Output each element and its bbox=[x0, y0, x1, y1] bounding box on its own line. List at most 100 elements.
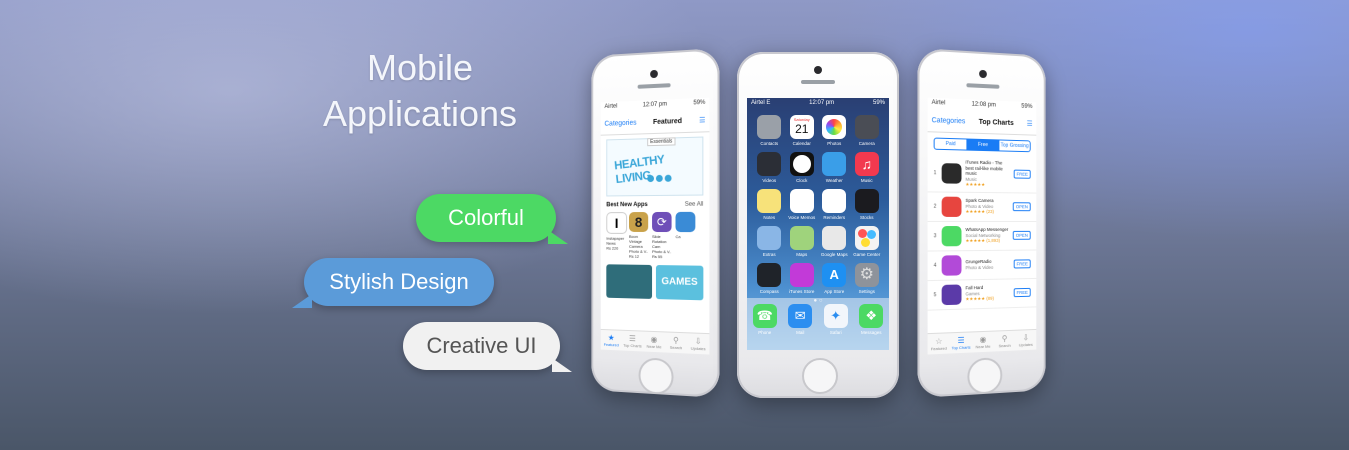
app-tile[interactable]: 8 Boon Vintage Camera Photo & V.. Rs 12 bbox=[628, 212, 649, 259]
app-rating: ★★★★★ bbox=[965, 181, 986, 188]
tab-updates[interactable]: ⇩ Updates bbox=[1015, 330, 1036, 351]
app-label: Google Maps bbox=[820, 252, 848, 257]
tab-top-charts[interactable]: ☰ Top Charts bbox=[950, 332, 972, 353]
top-charts-list: 1 iTunes Radio - The best rail-like mobil… bbox=[927, 154, 1037, 311]
chart-row[interactable]: 4 GrungeRadio Photo & Video FREE bbox=[927, 249, 1037, 281]
app-stocks[interactable]: Stocks bbox=[851, 189, 884, 220]
app-extras[interactable]: Extras bbox=[753, 226, 786, 257]
bubble-tail bbox=[292, 294, 312, 308]
calendar-icon: Saturday 21 bbox=[789, 115, 814, 139]
app-label: Settings bbox=[858, 289, 875, 294]
app-tile[interactable]: I Instapaper News Rs 220 bbox=[606, 212, 628, 259]
chart-row[interactable]: 1 iTunes Radio - The best rail-like mobil… bbox=[927, 154, 1037, 194]
get-button[interactable]: OPEN bbox=[1012, 202, 1031, 212]
segment-free[interactable]: Free bbox=[967, 139, 1000, 151]
app-compass[interactable]: Compass bbox=[753, 263, 786, 294]
home-button[interactable] bbox=[967, 357, 1003, 395]
app-game-center[interactable]: Game Center bbox=[851, 226, 884, 257]
safari-icon: ✦ bbox=[823, 304, 848, 328]
app-settings[interactable]: ⚙ Settings bbox=[851, 263, 884, 294]
app-google-maps[interactable]: Google Maps bbox=[818, 226, 851, 257]
menu-icon[interactable]: ☰ bbox=[699, 116, 705, 124]
get-button[interactable]: FREE bbox=[1013, 169, 1031, 180]
tab-near-me[interactable]: ◉ Near Me bbox=[643, 332, 665, 353]
tab-featured[interactable]: ☆ Featured bbox=[928, 333, 950, 354]
app-grid: Contacts Saturday 21 Calendar Photos Camera Vi… bbox=[747, 109, 889, 294]
app-price: Rs 55 bbox=[652, 253, 663, 260]
app-tile[interactable]: Ca bbox=[675, 211, 696, 260]
app-itunes-store[interactable]: iTunes Store bbox=[786, 263, 819, 294]
promo-tile[interactable] bbox=[606, 264, 653, 299]
tab-search[interactable]: ⚲ Search bbox=[665, 332, 687, 353]
app-icon: ⟳ bbox=[652, 211, 672, 233]
headline: Mobile Applications bbox=[290, 45, 550, 137]
status-battery: 59% bbox=[693, 99, 706, 107]
home-button[interactable] bbox=[802, 358, 838, 394]
status-carrier: Airtel bbox=[931, 99, 946, 107]
promo-games-tile[interactable]: GAMES bbox=[655, 265, 704, 301]
bubble-colorful-text: Colorful bbox=[448, 205, 524, 230]
music-icon: ♫ bbox=[854, 152, 879, 176]
phone-left: Airtel 12:07 pm 59% Categories Featured … bbox=[591, 48, 720, 398]
app-category: Photo & Video bbox=[965, 203, 994, 209]
dock-app-messages[interactable]: ❖ Messages bbox=[854, 304, 890, 350]
get-button[interactable]: FREE bbox=[1013, 259, 1031, 269]
app-name: Slide Rotation Cam bbox=[652, 233, 667, 250]
app-category: Music bbox=[965, 176, 977, 182]
app-camera[interactable]: Camera bbox=[851, 115, 884, 146]
app-reminders[interactable]: Reminders bbox=[818, 189, 851, 220]
categories-link[interactable]: Categories bbox=[932, 117, 966, 125]
tab-near-me[interactable]: ◉ Near Me bbox=[972, 332, 994, 353]
app-icon: I bbox=[606, 212, 628, 234]
app-music[interactable]: ♫ Music bbox=[851, 152, 884, 183]
dock-app-mail[interactable]: ✉ Mail bbox=[783, 304, 819, 350]
featured-banner[interactable]: Essentials HEALTHY LIVING bbox=[606, 136, 704, 197]
tab-search[interactable]: ⚲ Search bbox=[994, 331, 1015, 352]
compass-icon bbox=[757, 263, 782, 287]
app-label: Contacts bbox=[760, 141, 779, 146]
search-icon: ⚲ bbox=[673, 335, 679, 346]
menu-icon[interactable]: ☰ bbox=[1027, 120, 1033, 128]
chart-row[interactable]: 5 Fall Hard Games ★★★★★ (89) FREE bbox=[927, 278, 1037, 311]
app-label: Extras bbox=[762, 252, 776, 257]
app-clock[interactable]: Clock bbox=[786, 152, 819, 183]
get-button[interactable]: OPEN bbox=[1012, 230, 1031, 240]
reminders-icon bbox=[822, 189, 847, 213]
see-all-link[interactable]: See All bbox=[685, 202, 704, 208]
app-photos[interactable]: Photos bbox=[818, 115, 851, 146]
chart-rank: 2 bbox=[933, 203, 937, 210]
app-label: Photos bbox=[827, 141, 842, 146]
app-name: WhatsApp Messenger bbox=[965, 227, 1009, 233]
app-app-store[interactable]: A App Store bbox=[818, 263, 851, 294]
tab-featured[interactable]: ★ Featured bbox=[601, 330, 622, 351]
app-icon bbox=[941, 162, 962, 184]
weather-icon bbox=[822, 152, 847, 176]
chart-row[interactable]: 2 Spark Camera Photo & Video ★★★★★ (23) OPEN bbox=[927, 191, 1037, 222]
categories-link[interactable]: Categories bbox=[604, 119, 636, 127]
extras-icon bbox=[757, 226, 782, 250]
app-name: Spark Camera bbox=[965, 198, 994, 204]
app-contacts[interactable]: Contacts bbox=[753, 115, 786, 146]
tab-updates[interactable]: ⇩ Updates bbox=[687, 333, 709, 354]
dock-app-phone[interactable]: ☎ Phone bbox=[747, 304, 783, 350]
app-calendar[interactable]: Saturday 21 Calendar bbox=[786, 115, 819, 146]
status-time: 12:07 pm bbox=[642, 101, 668, 109]
app-notes[interactable]: Notes bbox=[753, 189, 786, 220]
app-voice-memos[interactable]: Voice Memos bbox=[786, 189, 819, 220]
nav-bar: Categories Featured ☰ bbox=[600, 108, 710, 136]
get-button[interactable]: FREE bbox=[1013, 287, 1031, 298]
app-name: Boon Vintage Camera bbox=[628, 233, 643, 249]
app-tile[interactable]: ⟳ Slide Rotation Cam Photo & V.. Rs 55 bbox=[652, 211, 672, 260]
app-videos[interactable]: Videos bbox=[753, 152, 786, 183]
app-weather[interactable]: Weather bbox=[818, 152, 851, 183]
maps-icon bbox=[789, 226, 814, 250]
segment-paid[interactable]: Paid bbox=[934, 138, 968, 150]
tab-top-charts[interactable]: ☰ Top Charts bbox=[622, 331, 643, 352]
home-button[interactable] bbox=[638, 357, 674, 396]
dock-app-safari[interactable]: ✦ Safari bbox=[818, 304, 854, 350]
app-maps[interactable]: Maps bbox=[786, 226, 819, 257]
notes-icon bbox=[757, 189, 782, 213]
segment-top-grossing[interactable]: Top Grossing bbox=[999, 140, 1029, 151]
photos-icon bbox=[822, 115, 847, 139]
chart-row[interactable]: 3 WhatsApp Messenger Social Networking ★★★★… bbox=[927, 221, 1037, 252]
